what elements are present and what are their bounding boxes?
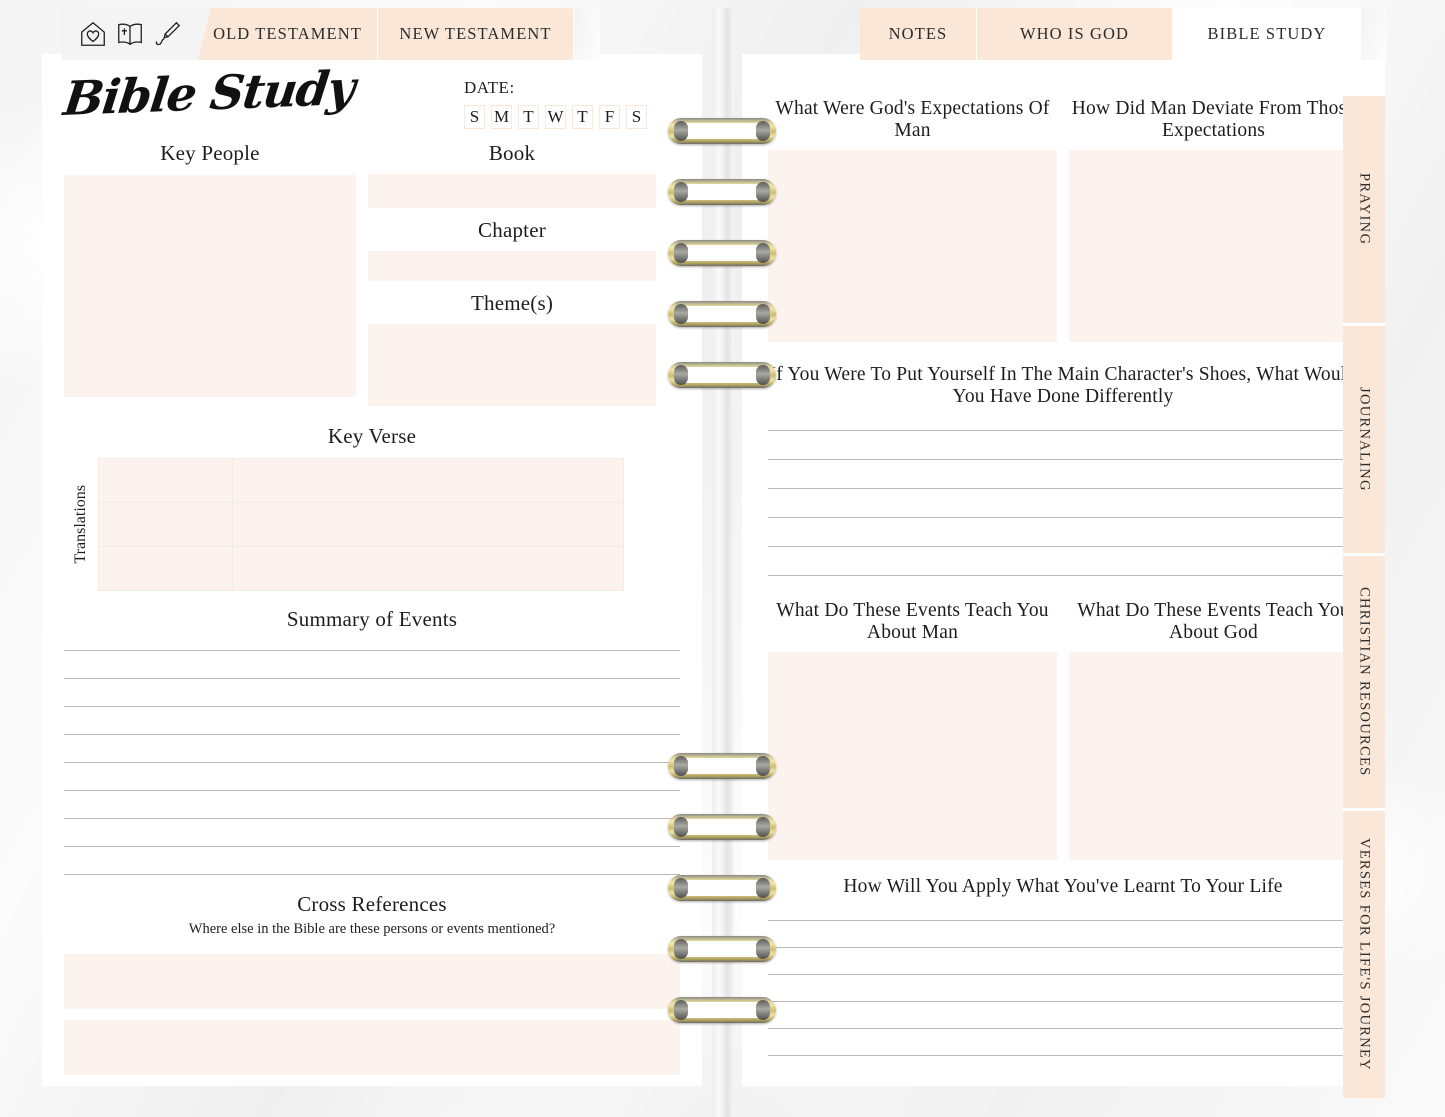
left-tab-strip: OLD TESTAMENT NEW TESTAMENT: [62, 8, 600, 60]
chapter-label: Chapter: [478, 218, 546, 242]
expectations-column: What Were God's Expectations Of Man: [768, 98, 1057, 342]
left-page-body: Bible Study DATE: S M T W T F S Key Peop…: [61, 54, 680, 1075]
tab-notes[interactable]: NOTES: [860, 8, 977, 60]
right-page-body: What Were God's Expectations Of Man How …: [768, 54, 1358, 1056]
sidetab-christian-resources-label: CHRISTIAN RESOURCES: [1356, 587, 1373, 777]
deviate-field[interactable]: [1069, 150, 1358, 342]
planner-app: OLD TESTAMENT NEW TESTAMENT NOTES WHO IS…: [0, 0, 1445, 1117]
planner-spread: OLD TESTAMENT NEW TESTAMENT NOTES WHO IS…: [40, 8, 1387, 1117]
sidetab-journaling-label: JOURNALING: [1356, 387, 1373, 492]
cross-references-label: Cross References: [297, 892, 447, 916]
binder-ring: [668, 997, 776, 1023]
apply-lines[interactable]: [768, 920, 1358, 1056]
binder-ring: [668, 936, 776, 962]
teach-man-field[interactable]: [768, 652, 1057, 860]
sidetab-praying[interactable]: PRAYING: [1343, 96, 1385, 326]
translations-label-rotated: Translations: [72, 458, 90, 591]
key-people-book-row: Key People Book Chapter Theme(s): [64, 141, 680, 406]
day-box-wed[interactable]: W: [545, 105, 566, 129]
right-strip-tail: [1361, 8, 1387, 60]
binder-ring: [668, 301, 776, 327]
bible-book-icon[interactable]: [115, 19, 145, 49]
key-people-label: Key People: [160, 141, 260, 165]
summary-label: Summary of Events: [286, 607, 458, 631]
binder-ring: [668, 179, 776, 205]
tab-who-is-god[interactable]: WHO IS GOD: [977, 8, 1173, 60]
cross-references-subtitle: Where else in the Bible are these person…: [188, 921, 556, 937]
day-box-sat[interactable]: S: [626, 105, 647, 129]
sidetab-verses-label: VERSES FOR LIFE'S JOURNEY: [1356, 838, 1373, 1071]
day-selector: S M T W T F S: [464, 105, 664, 129]
book-chapter-theme-column: Book Chapter Theme(s): [368, 141, 656, 406]
sidetab-journaling[interactable]: JOURNALING: [1343, 326, 1385, 556]
binder-ring: [668, 118, 776, 144]
side-tab-rail: PRAYING JOURNALING CHRISTIAN RESOURCES V…: [1343, 96, 1385, 1098]
teach-man-label: What Do These Events Teach You About Man: [776, 600, 1049, 643]
key-people-field[interactable]: [64, 175, 356, 397]
translations-block: Translations: [64, 458, 680, 591]
tab-bible-study[interactable]: BIBLE STUDY: [1173, 8, 1361, 60]
translation-verse-cell[interactable]: [232, 458, 624, 503]
sidetab-verses-for-lifes-journey[interactable]: VERSES FOR LIFE'S JOURNEY: [1343, 811, 1385, 1098]
date-label: DATE:: [464, 78, 515, 97]
day-box-tue[interactable]: T: [518, 105, 539, 129]
binder-ring: [668, 240, 776, 266]
expectations-label: What Were God's Expectations Of Man: [775, 98, 1050, 141]
tab-new-testament[interactable]: NEW TESTAMENT: [378, 8, 574, 60]
key-people-column: Key People: [64, 141, 356, 406]
right-page-content-holder: What Were God's Expectations Of Man How …: [742, 54, 1385, 1086]
binder-ring: [668, 814, 776, 840]
shoes-label: If You Were To Put Yourself In The Main …: [769, 364, 1357, 407]
rule-line: [64, 874, 680, 875]
table-row: [98, 502, 624, 547]
nav-icon-group: [62, 8, 211, 60]
translation-name-cell[interactable]: [98, 458, 233, 503]
day-box-thu[interactable]: T: [572, 105, 593, 129]
teach-man-column: What Do These Events Teach You About Man: [768, 600, 1057, 860]
translations-label: Translations: [72, 485, 89, 564]
right-tab-strip: NOTES WHO IS GOD BIBLE STUDY: [860, 8, 1387, 60]
book-label: Book: [488, 141, 536, 165]
rule-line: [768, 1055, 1358, 1056]
teach-god-column: What Do These Events Teach You About God: [1069, 600, 1358, 860]
deviate-column: How Did Man Deviate From Those Expectati…: [1069, 98, 1358, 342]
sidetab-praying-label: PRAYING: [1356, 173, 1373, 246]
expectations-field[interactable]: [768, 150, 1057, 342]
deviate-label: How Did Man Deviate From Those Expectati…: [1071, 98, 1356, 141]
translation-verse-cell[interactable]: [232, 502, 624, 547]
expectations-row: What Were God's Expectations Of Man How …: [768, 98, 1358, 342]
translation-name-cell[interactable]: [98, 502, 233, 547]
translation-name-cell[interactable]: [98, 546, 233, 591]
table-row: [98, 458, 624, 503]
fountain-pen-icon[interactable]: [152, 19, 182, 49]
rule-line: [768, 575, 1358, 576]
day-box-fri[interactable]: F: [599, 105, 620, 129]
day-box-sun[interactable]: S: [464, 105, 485, 129]
day-box-mon[interactable]: M: [491, 105, 512, 129]
translations-table: [98, 458, 624, 591]
apply-label: How Will You Apply What You've Learnt To…: [843, 876, 1283, 897]
binder-ring: [668, 362, 776, 388]
left-page-content-holder: Bible Study DATE: S M T W T F S Key Peop…: [42, 54, 702, 1086]
teach-row: What Do These Events Teach You About Man…: [768, 600, 1358, 860]
tab-old-testament[interactable]: OLD TESTAMENT: [198, 8, 378, 60]
shoes-lines[interactable]: [768, 430, 1358, 576]
book-field[interactable]: [368, 174, 656, 208]
themes-label: Theme(s): [470, 291, 554, 315]
date-block: DATE: S M T W T F S: [464, 78, 664, 129]
summary-of-events-lines[interactable]: [64, 650, 680, 875]
key-verse-label: Key Verse: [327, 424, 417, 448]
cross-reference-field-1[interactable]: [64, 954, 680, 1009]
themes-field[interactable]: [368, 324, 656, 406]
chapter-field[interactable]: [368, 251, 656, 281]
sidetab-christian-resources[interactable]: CHRISTIAN RESOURCES: [1343, 556, 1385, 811]
table-row: [98, 546, 624, 591]
binder-ring: [668, 753, 776, 779]
binder-ring: [668, 875, 776, 901]
translation-verse-cell[interactable]: [232, 546, 624, 591]
teach-god-field[interactable]: [1069, 652, 1358, 860]
cross-reference-field-2[interactable]: [64, 1020, 680, 1075]
teach-god-label: What Do These Events Teach You About God: [1077, 600, 1350, 643]
home-heart-icon[interactable]: [78, 19, 108, 49]
